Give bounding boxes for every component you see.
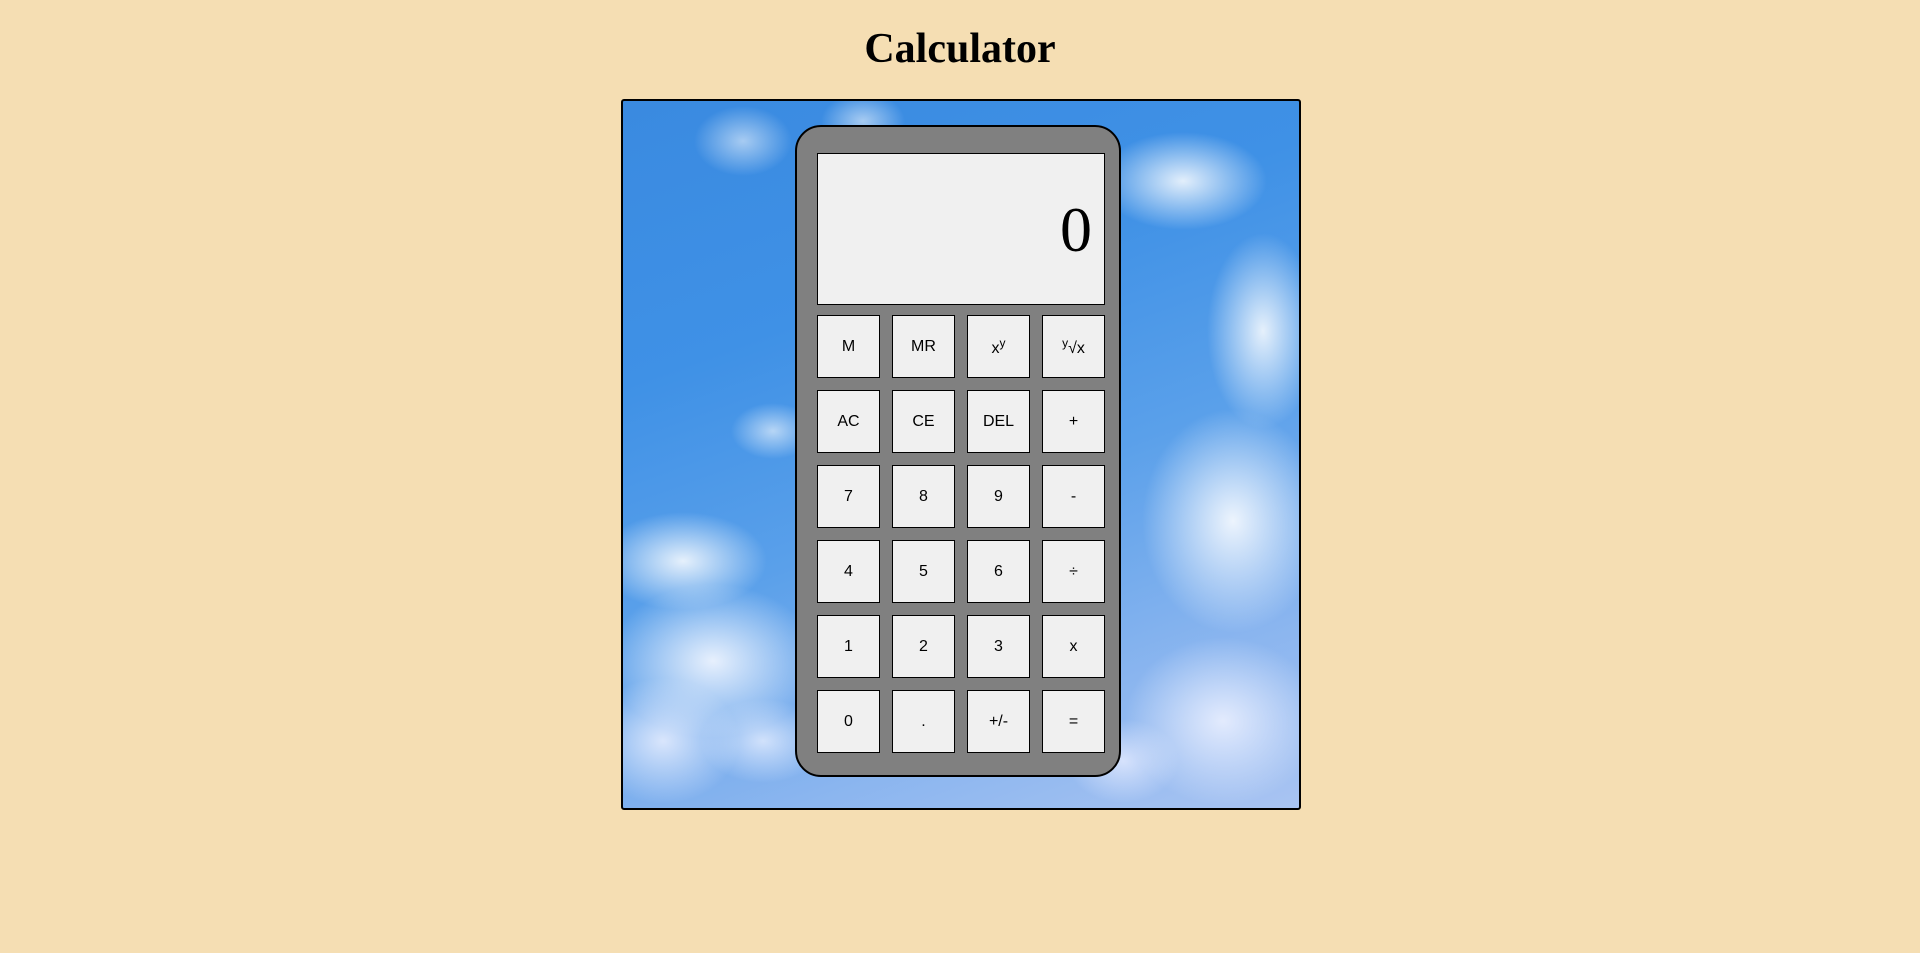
add-button[interactable]: + <box>1042 390 1105 453</box>
page-title: Calculator <box>864 26 1056 72</box>
delete-button[interactable]: DEL <box>967 390 1030 453</box>
digit-8-button[interactable]: 8 <box>892 465 955 528</box>
digit-5-button[interactable]: 5 <box>892 540 955 603</box>
negate-button[interactable]: +/- <box>967 690 1030 753</box>
digit-2-button[interactable]: 2 <box>892 615 955 678</box>
digit-0-button[interactable]: 0 <box>817 690 880 753</box>
calculator-display: 0 <box>817 153 1105 305</box>
multiply-button[interactable]: x <box>1042 615 1105 678</box>
divide-button[interactable]: ÷ <box>1042 540 1105 603</box>
equals-button[interactable]: = <box>1042 690 1105 753</box>
all-clear-button[interactable]: AC <box>817 390 880 453</box>
digit-1-button[interactable]: 1 <box>817 615 880 678</box>
digit-6-button[interactable]: 6 <box>967 540 1030 603</box>
digit-3-button[interactable]: 3 <box>967 615 1030 678</box>
root-button[interactable]: y√x <box>1042 315 1105 378</box>
clear-entry-button[interactable]: CE <box>892 390 955 453</box>
memory-store-button[interactable]: M <box>817 315 880 378</box>
power-label: xy <box>991 335 1006 357</box>
power-button[interactable]: xy <box>967 315 1030 378</box>
digit-9-button[interactable]: 9 <box>967 465 1030 528</box>
calculator: 0 M MR xy y√x AC CE DEL + 7 8 9 - 4 5 6 … <box>795 125 1121 777</box>
digit-4-button[interactable]: 4 <box>817 540 880 603</box>
root-label: y√x <box>1062 335 1085 357</box>
digit-7-button[interactable]: 7 <box>817 465 880 528</box>
subtract-button[interactable]: - <box>1042 465 1105 528</box>
memory-recall-button[interactable]: MR <box>892 315 955 378</box>
decimal-button[interactable]: . <box>892 690 955 753</box>
